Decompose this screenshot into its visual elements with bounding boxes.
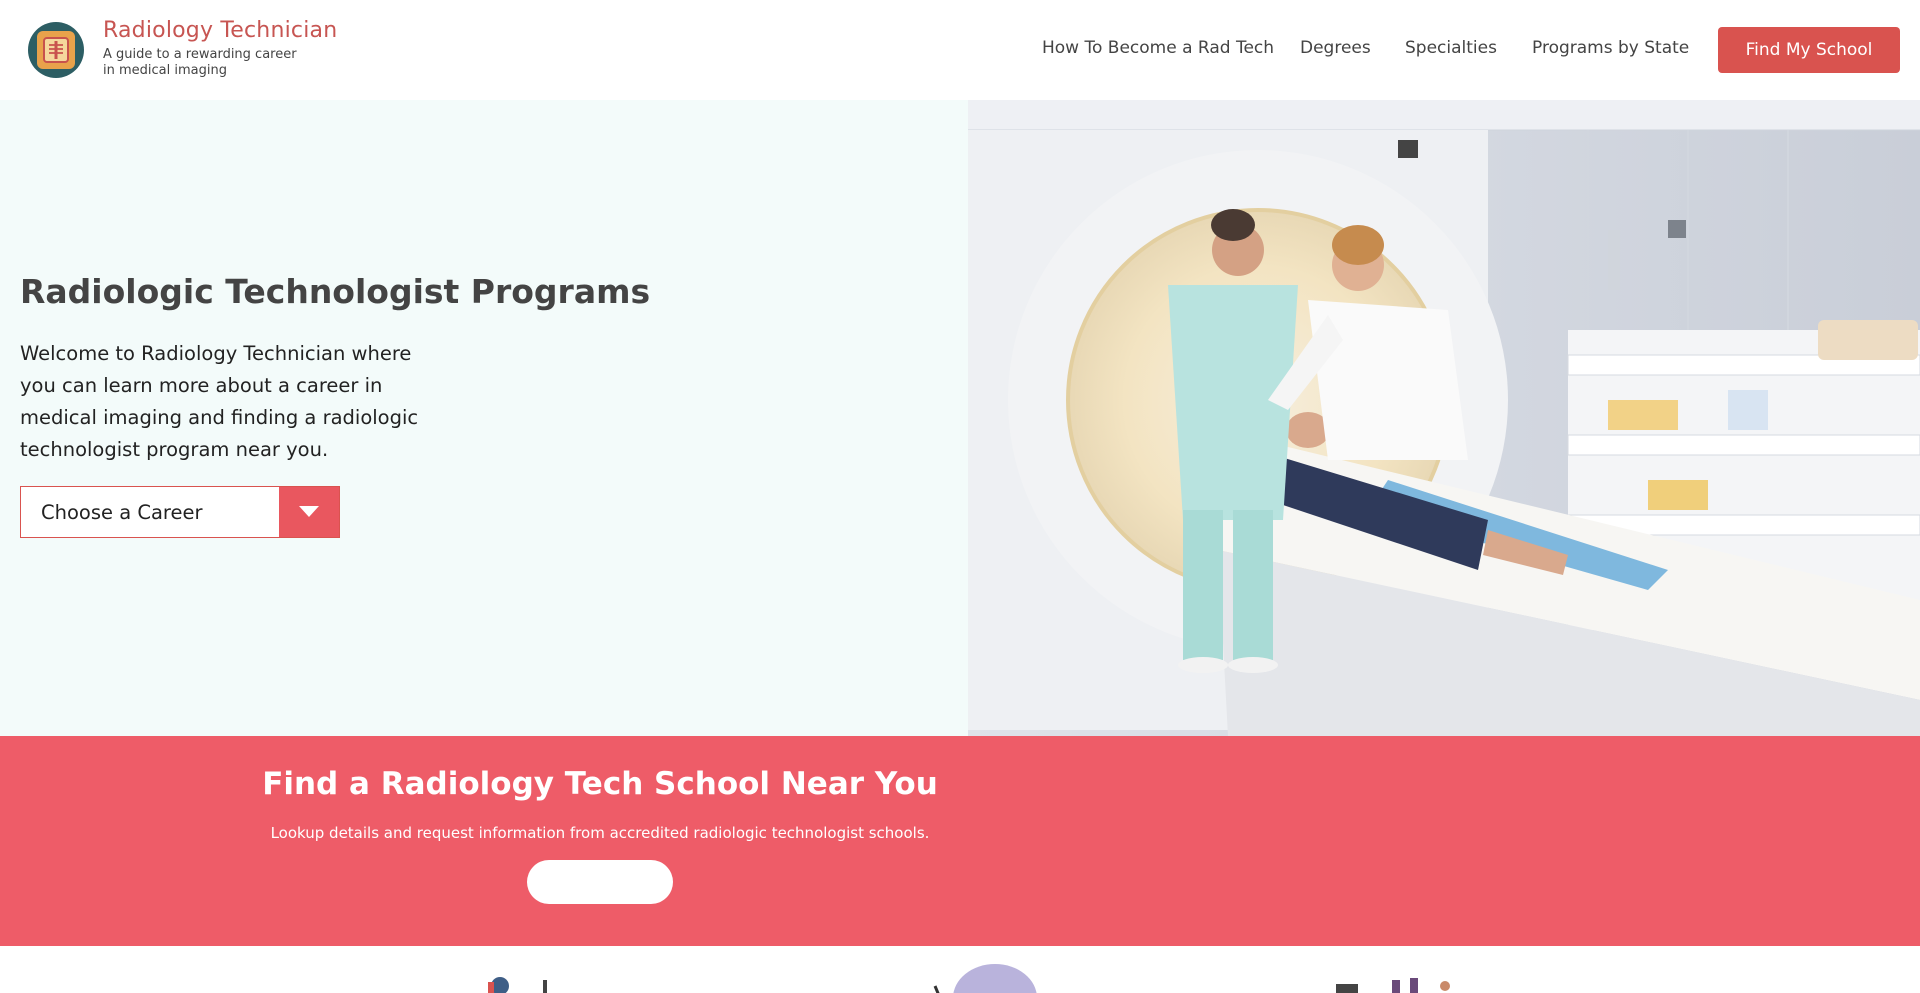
nav-how-to-become[interactable]: How To Become a Rad Tech [1042,38,1274,58]
brand-tagline-line2: in medical imaging [103,63,227,78]
brand-block: Radiology Technician A guide to a reward… [103,18,337,79]
nav-degrees[interactable]: Degrees [1300,38,1371,58]
dropdown-toggle-button[interactable] [279,487,339,537]
career-select[interactable]: Choose a Career [20,486,340,538]
brand-title[interactable]: Radiology Technician [103,18,337,43]
nav-programs-by-state[interactable]: Programs by State [1532,38,1689,58]
brand-tagline-line1: A guide to a rewarding career [103,47,297,62]
illustration-3 [1336,978,1450,993]
hero-intro-text: Welcome to Radiology Technician where yo… [20,342,419,461]
illustration-1 [488,977,547,993]
brand-tagline: A guide to a rewarding career in medical… [103,47,303,79]
find-school-banner: Find a Radiology Tech School Near You Lo… [0,736,1920,946]
banner-subtitle: Lookup details and request information f… [270,824,930,842]
nav-specialties[interactable]: Specialties [1405,38,1497,58]
illustration-2 [933,964,1037,993]
site-logo-icon[interactable] [28,22,84,78]
caret-down-icon [299,506,319,517]
hero-title: Radiologic Technologist Programs [20,272,651,311]
site-header: Radiology Technician A guide to a reward… [0,0,1920,100]
xray-chest-icon [37,31,75,69]
illustrations-strip [0,946,1920,993]
career-select-label: Choose a Career [41,500,203,524]
find-my-school-button[interactable]: Find My School [1718,27,1900,73]
banner-search-button[interactable] [527,860,673,904]
hero-content: Radiologic Technologist Programs Welcome… [0,100,968,736]
hero-section: Radiologic Technologist Programs Welcome… [0,100,1920,736]
hero-mri-photo [968,100,1920,736]
banner-title: Find a Radiology Tech School Near You [262,766,938,802]
